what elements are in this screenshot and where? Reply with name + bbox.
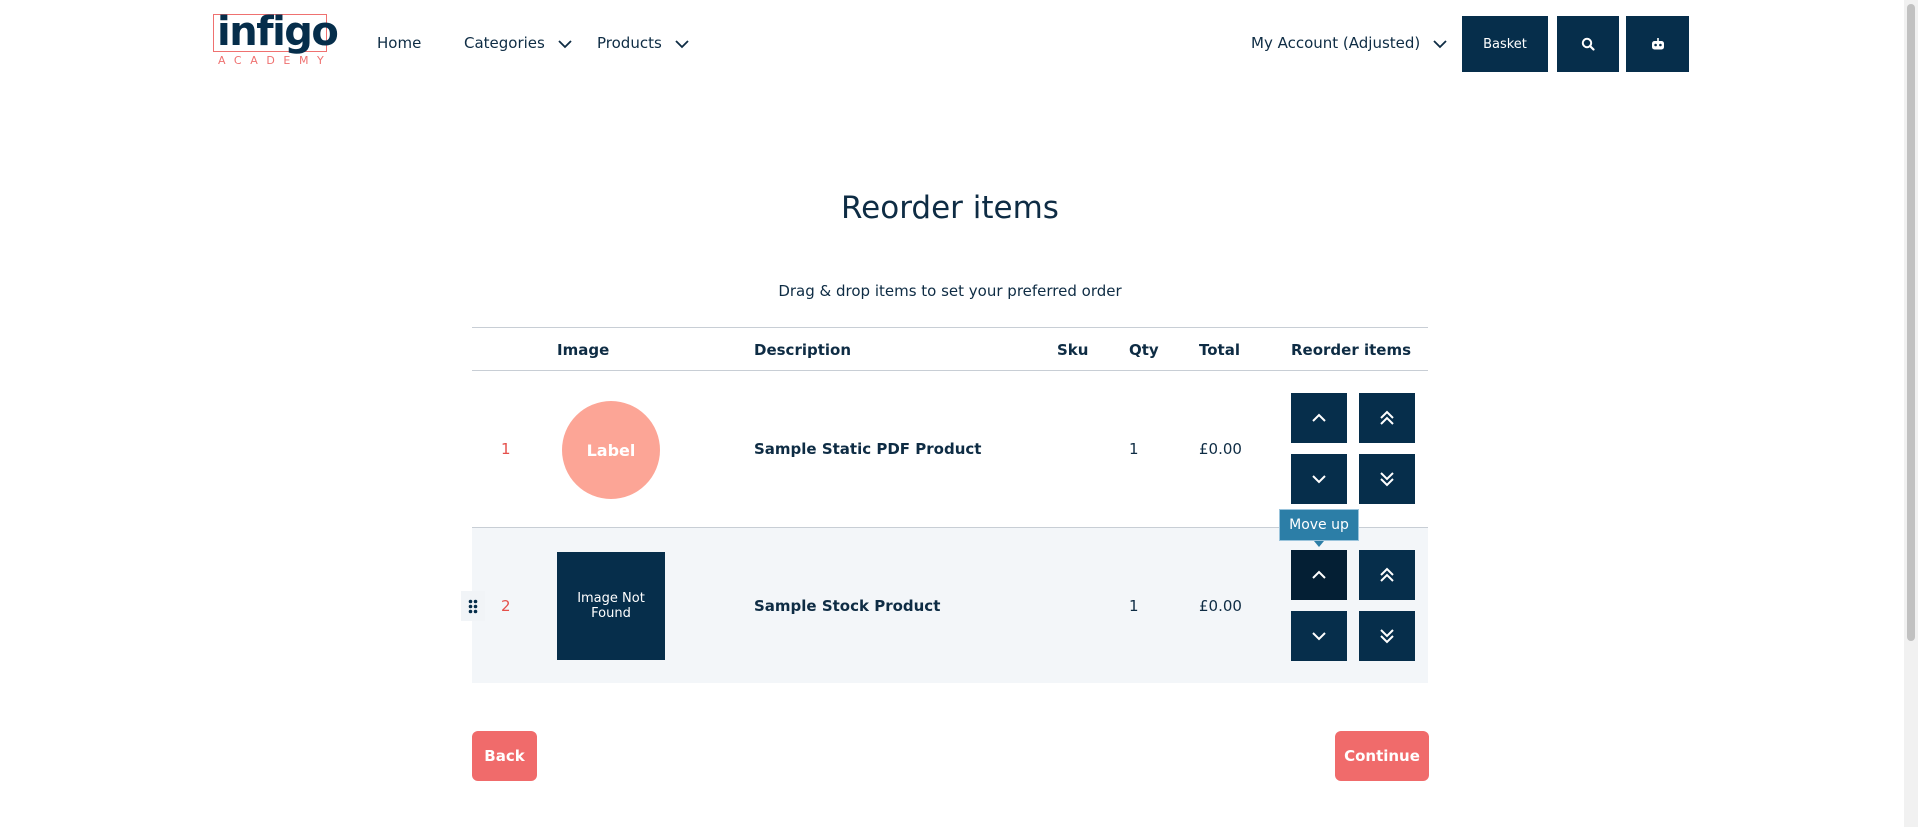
nav-categories-label: Categories [464,34,545,52]
chevron-down-icon [674,39,689,48]
product-image-label: Label [586,440,636,460]
page-instructions: Drag & drop items to set your preferred … [778,282,1122,300]
chevron-down-icon [1312,632,1326,641]
product-total: £0.00 [1199,597,1242,615]
tooltip-arrow [1314,541,1324,547]
nav-categories[interactable]: Categories [464,32,572,54]
nav-products-label: Products [597,34,662,52]
basket-button[interactable]: Basket [1462,16,1548,72]
product-image: Label [562,401,660,499]
move-to-bottom-button[interactable] [1359,611,1415,661]
move-to-bottom-button[interactable] [1359,454,1415,504]
scrollbar-thumb[interactable] [1907,4,1915,641]
product-image-label: Image Not Found [577,591,645,621]
robot-icon [1651,38,1664,50]
back-button[interactable]: Back [472,731,537,781]
drag-handle-icon [468,599,478,613]
move-up-button[interactable] [1291,393,1347,443]
double-chevron-down-icon [1380,629,1394,644]
move-down-button[interactable] [1291,611,1347,661]
column-header-total: Total [1199,341,1240,359]
move-down-button[interactable] [1291,454,1347,504]
basket-label: Basket [1483,36,1527,52]
logo-subtitle: ACADEMY [218,54,333,67]
chevron-up-icon [1312,570,1326,579]
double-chevron-down-icon [1380,472,1394,487]
product-description: Sample Stock Product [754,597,941,615]
table-top-border [472,327,1428,328]
column-header-description: Description [754,341,852,359]
product-qty: 1 [1129,597,1139,615]
column-header-qty: Qty [1129,341,1159,359]
nav-home-label: Home [377,34,422,52]
chevron-up-icon [1312,413,1326,422]
product-image: Image Not Found [557,552,665,660]
infigo-academy-logo[interactable]: infigo ACADEMY [213,9,339,70]
nav-home[interactable]: Home [377,32,421,54]
nav-products[interactable]: Products [597,32,689,54]
product-qty: 1 [1129,440,1139,458]
move-up-tooltip: Move up [1279,509,1359,541]
move-to-top-button[interactable] [1359,393,1415,443]
my-account-label: My Account (Adjusted) [1251,34,1421,52]
product-description: Sample Static PDF Product [754,440,982,458]
row-index: 1 [501,440,511,458]
continue-button[interactable]: Continue [1335,731,1429,781]
chevron-down-icon [558,39,572,48]
column-header-image: Image [557,341,610,359]
drag-handle[interactable] [461,591,485,621]
move-up-button[interactable] [1291,550,1347,600]
my-account-menu[interactable]: My Account (Adjusted) [1251,32,1447,54]
product-total: £0.00 [1199,440,1242,458]
chevron-down-icon [1433,39,1447,48]
back-button-label: Back [484,747,525,765]
chevron-down-icon [1312,475,1326,484]
continue-button-label: Continue [1344,747,1420,765]
search-icon [1581,37,1595,51]
column-header-reorder: Reorder items [1291,341,1411,359]
move-to-top-button[interactable] [1359,550,1415,600]
search-button[interactable] [1557,16,1619,72]
double-chevron-up-icon [1380,567,1394,582]
column-header-sku: Sku [1057,341,1089,359]
logo-wordmark: infigo [217,9,339,55]
double-chevron-up-icon [1380,410,1394,425]
page-scrollbar[interactable] [1904,0,1918,827]
page-title: Reorder items [841,190,1059,226]
row-index: 2 [501,597,511,615]
robot-button[interactable] [1626,16,1689,72]
